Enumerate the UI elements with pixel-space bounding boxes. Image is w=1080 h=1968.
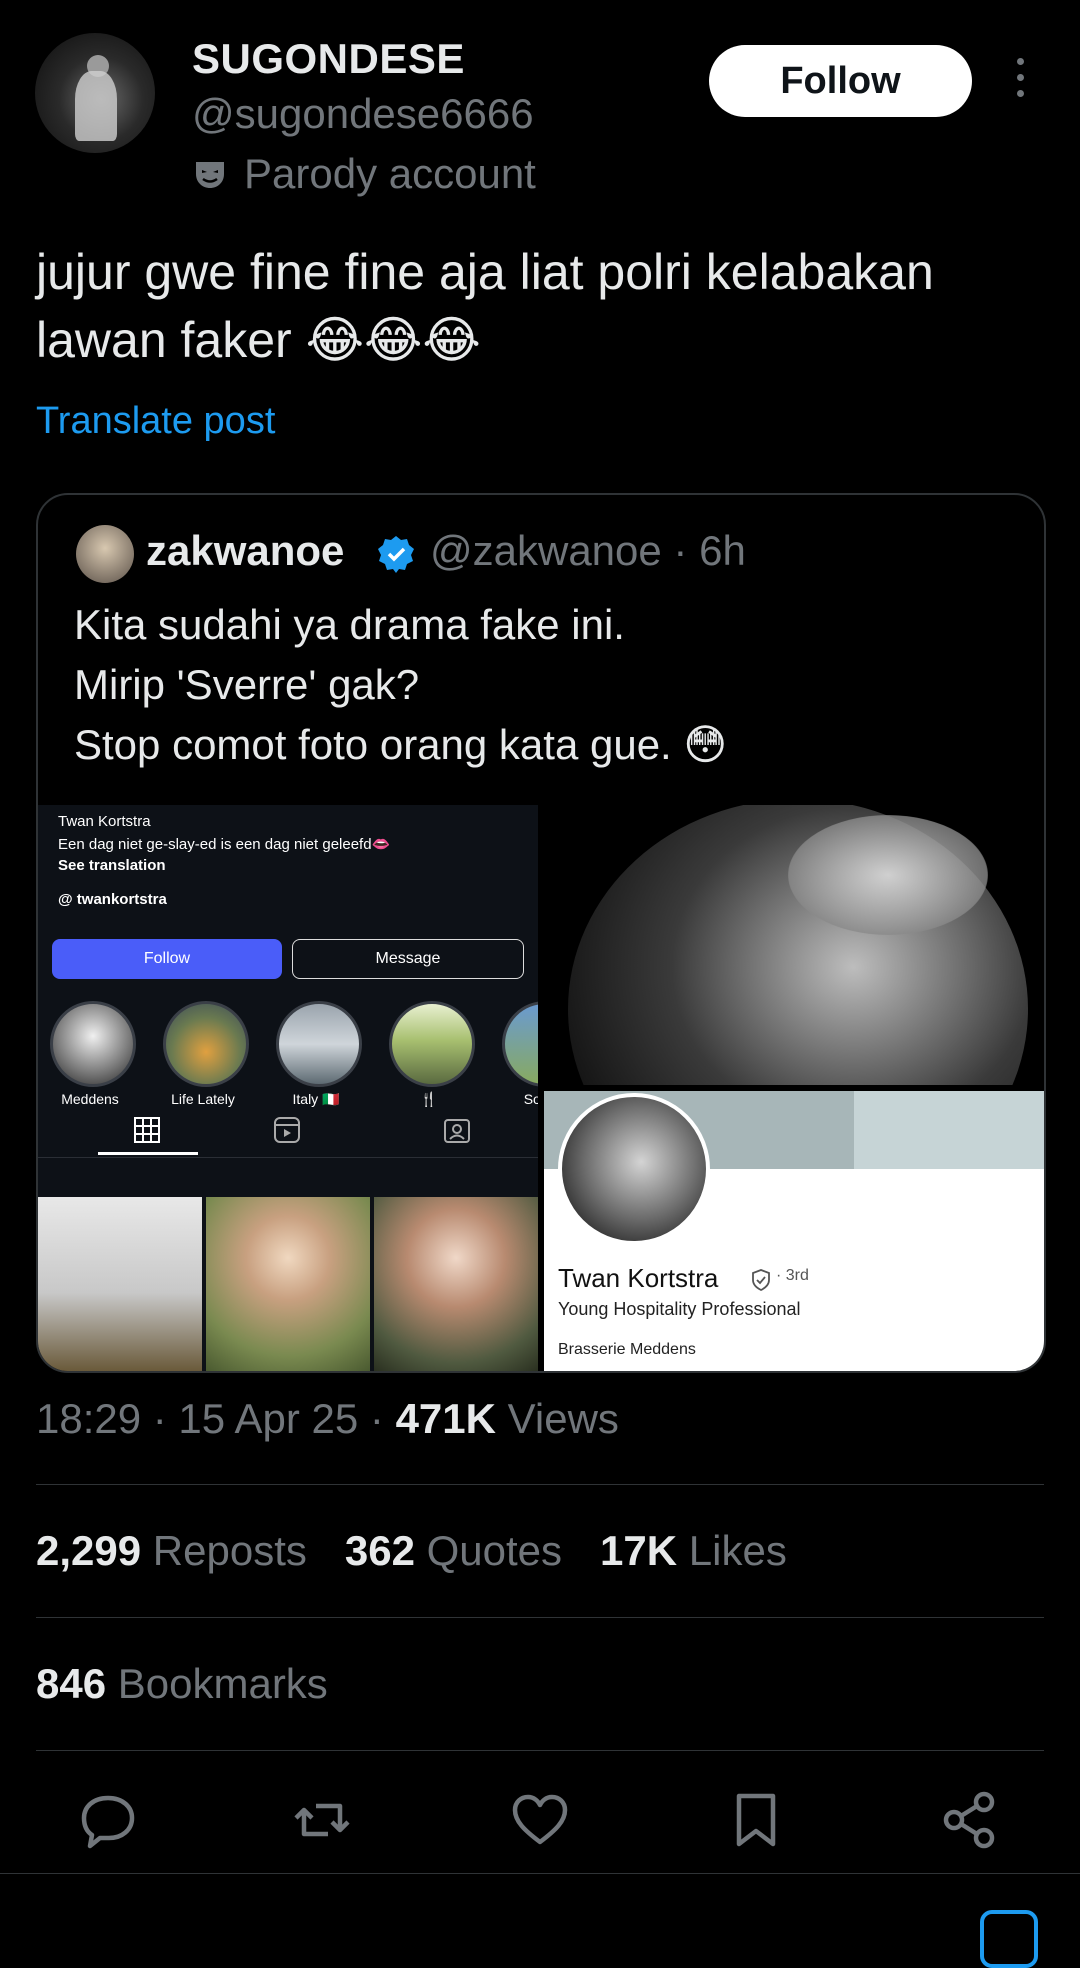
author-name[interactable]: SUGONDESE bbox=[192, 35, 465, 83]
divider bbox=[0, 1873, 1080, 1874]
camera-icon[interactable] bbox=[980, 1910, 1038, 1968]
ig-highlight-3 bbox=[276, 1001, 362, 1087]
quote-author-meta[interactable]: @zakwanoe · 6h bbox=[430, 527, 746, 575]
li-banner-accent bbox=[854, 1091, 1044, 1169]
li-headline: Young Hospitality Professional bbox=[558, 1299, 801, 1319]
post-time: 18:29 · 15 Apr 25 · bbox=[36, 1395, 396, 1442]
more-options-icon[interactable] bbox=[1000, 58, 1040, 104]
ig-bio: Een dag niet ge-slay-ed is een dag niet … bbox=[58, 836, 391, 853]
action-bar bbox=[0, 1790, 1080, 1850]
divider bbox=[36, 1750, 1044, 1751]
follow-button[interactable]: Follow bbox=[709, 45, 972, 117]
translate-post-link[interactable]: Translate post bbox=[36, 400, 275, 443]
ig-tabs bbox=[38, 1103, 538, 1158]
ig-threads-handle: @ twankortstra bbox=[58, 891, 167, 908]
ig-threads-text: twankortstra bbox=[76, 891, 167, 908]
post-text-line-1: jujur gwe fine fine aja liat polri kelab… bbox=[36, 244, 934, 300]
ig-grid-icon bbox=[134, 1117, 160, 1143]
ig-profile-name: Twan Kortstra bbox=[58, 813, 151, 830]
reposts-count: 2,299 bbox=[36, 1527, 142, 1574]
divider bbox=[36, 1617, 1044, 1618]
bookmarks-stat[interactable]: 846 Bookmarks bbox=[36, 1660, 328, 1708]
quote-author-name[interactable]: zakwanoe bbox=[146, 527, 344, 575]
threads-icon: @ bbox=[58, 891, 77, 908]
likes-stat[interactable]: 17K Likes bbox=[600, 1527, 787, 1575]
quote-text: Kita sudahi ya drama fake ini. Mirip 'Sv… bbox=[74, 601, 728, 768]
share-icon[interactable] bbox=[940, 1790, 1000, 1850]
heart-icon[interactable] bbox=[510, 1790, 570, 1850]
li-verified-icon bbox=[752, 1269, 770, 1291]
ig-message-button: Message bbox=[292, 939, 524, 979]
reposts-label: Reposts bbox=[152, 1527, 307, 1574]
parody-label: Parody account bbox=[192, 150, 536, 198]
views-count[interactable]: 471K bbox=[396, 1395, 496, 1442]
ig-highlight-5 bbox=[502, 1001, 538, 1087]
ig-highlight-1 bbox=[50, 1001, 136, 1087]
post-text-line-2: lawan faker 😂😂😂 bbox=[36, 312, 481, 368]
likes-count: 17K bbox=[600, 1527, 678, 1574]
ig-highlight-4 bbox=[389, 1001, 475, 1087]
likes-label: Likes bbox=[688, 1527, 787, 1574]
repost-icon[interactable] bbox=[292, 1790, 352, 1850]
portrait-photo-image[interactable] bbox=[548, 805, 1044, 1085]
bookmark-icon[interactable] bbox=[726, 1790, 786, 1850]
ig-highlight-2 bbox=[163, 1001, 249, 1087]
author-handle[interactable]: @sugondese6666 bbox=[192, 90, 534, 138]
ig-reels-icon bbox=[274, 1117, 300, 1143]
post-timestamp: 18:29 · 15 Apr 25 · 471K Views bbox=[36, 1395, 619, 1443]
quoted-post[interactable]: zakwanoe @zakwanoe · 6h Kita sudahi ya d… bbox=[36, 493, 1046, 1373]
linkedin-screenshot-image[interactable]: Twan Kortstra · 3rd Young Hospitality Pr… bbox=[544, 1091, 1044, 1371]
bookmarks-label: Bookmarks bbox=[117, 1660, 328, 1707]
divider bbox=[36, 1484, 1044, 1485]
quotes-label: Quotes bbox=[426, 1527, 563, 1574]
ig-post-thumbnail-2 bbox=[206, 1197, 370, 1371]
author-avatar[interactable] bbox=[35, 33, 155, 153]
li-connection-degree: · 3rd bbox=[776, 1267, 809, 1284]
views-label: Views bbox=[507, 1395, 619, 1442]
bookmarks-count: 846 bbox=[36, 1660, 107, 1707]
quotes-count: 362 bbox=[344, 1527, 415, 1574]
engagement-stats: 2,299 Reposts 362 Quotes 17K Likes bbox=[36, 1527, 787, 1575]
instagram-screenshot-image[interactable]: Twan Kortstra Een dag niet ge-slay-ed is… bbox=[38, 805, 538, 1371]
li-name: Twan Kortstra bbox=[558, 1263, 719, 1293]
ig-post-thumbnail-1 bbox=[38, 1197, 202, 1371]
parody-text: Parody account bbox=[244, 150, 536, 197]
verified-badge-icon bbox=[378, 536, 414, 573]
quote-media-grid[interactable]: Twan Kortstra Een dag niet ge-slay-ed is… bbox=[38, 805, 1044, 1371]
ig-tagged-icon bbox=[444, 1119, 470, 1143]
reposts-stat[interactable]: 2,299 Reposts bbox=[36, 1527, 307, 1575]
quote-author-avatar[interactable] bbox=[76, 525, 134, 583]
ig-post-thumbnail-3 bbox=[374, 1197, 538, 1371]
reply-icon[interactable] bbox=[78, 1790, 138, 1850]
ig-active-tab-indicator bbox=[98, 1152, 198, 1155]
ig-follow-button: Follow bbox=[52, 939, 282, 979]
li-company: Brasserie Meddens bbox=[558, 1341, 696, 1358]
ig-see-translation: See translation bbox=[58, 857, 166, 874]
li-avatar bbox=[558, 1093, 710, 1245]
quotes-stat[interactable]: 362 Quotes bbox=[345, 1527, 562, 1575]
parody-mask-icon bbox=[196, 162, 224, 188]
post-text: jujur gwe fine fine aja liat polri kelab… bbox=[36, 238, 1046, 374]
